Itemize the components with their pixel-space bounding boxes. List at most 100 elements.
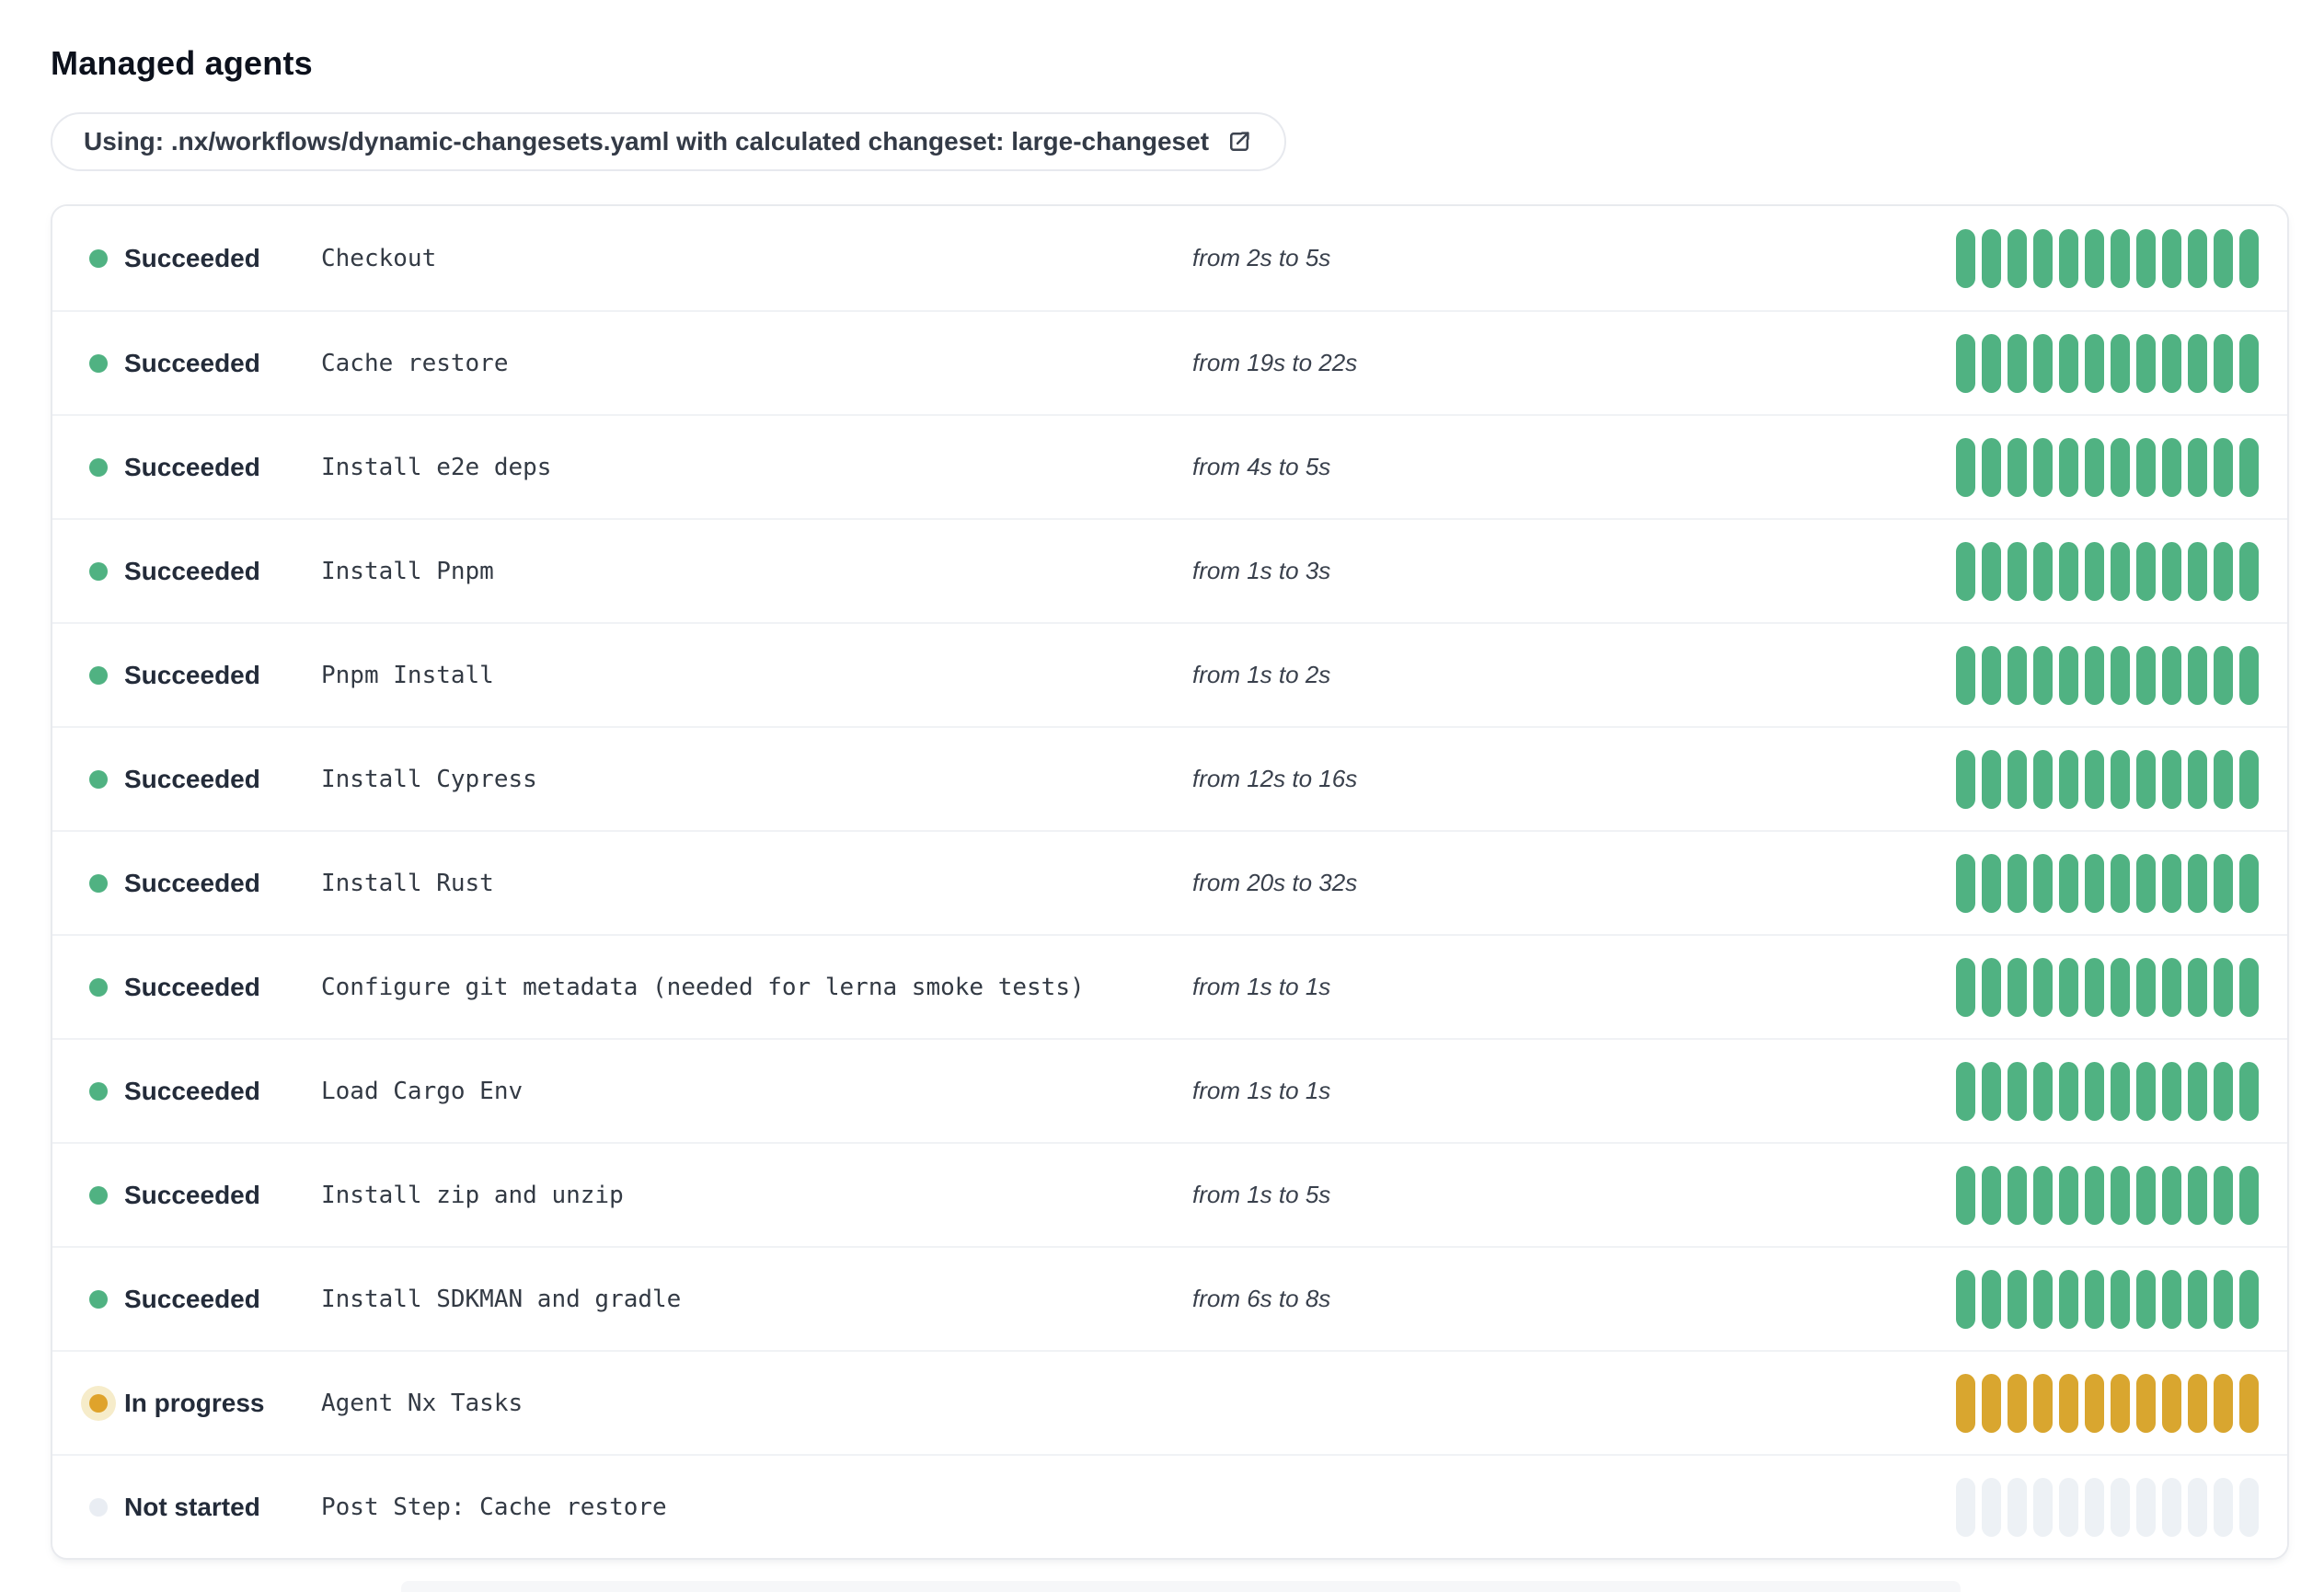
status-label: Succeeded <box>124 1180 260 1209</box>
bar-segment <box>2136 749 2156 809</box>
bar-segment <box>2008 541 2027 601</box>
bar-segment <box>2162 437 2181 497</box>
agent-step-row[interactable]: Succeeded Install Cypress from 12s to 16… <box>52 726 2287 830</box>
bar-segment <box>1956 333 1975 393</box>
bar-segment <box>2239 228 2259 288</box>
bar-segment <box>1956 1477 1975 1537</box>
agent-step-row[interactable]: Succeeded Configure git metadata (needed… <box>52 934 2287 1038</box>
bar-segment <box>2059 437 2078 497</box>
status-cell: Succeeded <box>89 453 321 482</box>
agent-step-row[interactable]: Succeeded Install Pnpm from 1s to 3s <box>52 518 2287 622</box>
step-duration: from 19s to 22s <box>1192 349 1358 376</box>
agent-step-row[interactable]: Succeeded Checkout from 2s to 5s <box>52 206 2287 310</box>
status-label: In progress <box>124 1388 265 1417</box>
status-cell: Not started <box>89 1493 321 1522</box>
step-name: Post Step: Cache restore <box>321 1493 667 1521</box>
agent-progress-bar <box>1956 1165 2259 1225</box>
bar-segment <box>1982 1165 2001 1225</box>
status-cell: Succeeded <box>89 973 321 1002</box>
bar-segment <box>1982 541 2001 601</box>
bar-segment <box>2008 437 2027 497</box>
bar-segment <box>2008 1477 2027 1537</box>
step-duration: from 4s to 5s <box>1192 453 1331 480</box>
agent-progress-bar <box>1956 749 2259 809</box>
bar-segment <box>2111 853 2130 913</box>
agent-step-row[interactable]: Succeeded Install Rust from 20s to 32s <box>52 830 2287 934</box>
bar-segment <box>2136 853 2156 913</box>
status-dot-icon <box>89 457 108 477</box>
bar-segment <box>2188 1165 2207 1225</box>
bar-segment <box>2136 957 2156 1017</box>
bar-segment <box>1956 1061 1975 1121</box>
bar-segment <box>2111 228 2130 288</box>
status-cell: Succeeded <box>89 1181 321 1210</box>
agent-progress-bar <box>1956 1269 2259 1329</box>
agent-step-row[interactable]: Succeeded Install SDKMAN and gradle from… <box>52 1246 2287 1350</box>
bar-segment <box>2136 1165 2156 1225</box>
status-dot-icon <box>89 1497 108 1517</box>
workflow-config-link[interactable]: Using: .nx/workflows/dynamic-changesets.… <box>51 112 1287 171</box>
bar-segment <box>2085 749 2104 809</box>
bar-segment <box>2239 1165 2259 1225</box>
step-duration: from 1s to 2s <box>1192 661 1331 688</box>
bar-segment <box>2214 1061 2233 1121</box>
status-cell: Succeeded <box>89 1077 321 1106</box>
agent-progress-bar <box>1956 853 2259 913</box>
bar-segment <box>2033 541 2053 601</box>
bar-segment <box>2162 957 2181 1017</box>
bar-segment <box>1956 645 1975 705</box>
bar-segment <box>2008 957 2027 1017</box>
status-dot-icon <box>89 353 108 373</box>
bar-segment <box>2085 957 2104 1017</box>
bar-segment <box>2162 853 2181 913</box>
step-duration: from 1s to 3s <box>1192 557 1331 584</box>
status-dot-icon <box>89 977 108 997</box>
status-dot-icon <box>89 873 108 893</box>
agent-step-row[interactable]: Succeeded Load Cargo Env from 1s to 1s <box>52 1038 2287 1142</box>
bar-segment <box>2111 1269 2130 1329</box>
bar-segment <box>2085 333 2104 393</box>
status-cell: Succeeded <box>89 244 321 273</box>
agent-step-row[interactable]: Succeeded Install zip and unzip from 1s … <box>52 1142 2287 1246</box>
external-link-icon <box>1225 128 1253 156</box>
step-name: Install e2e deps <box>321 453 552 481</box>
bar-segment <box>2008 333 2027 393</box>
bar-segment <box>2188 437 2207 497</box>
status-dot-icon <box>89 1185 108 1205</box>
bar-segment <box>2162 1269 2181 1329</box>
agent-progress-bar <box>1956 1373 2259 1433</box>
agent-step-row[interactable]: Not started Post Step: Cache restore <box>52 1454 2287 1558</box>
bar-segment <box>2033 1373 2053 1433</box>
bar-segment <box>2214 228 2233 288</box>
agent-step-row[interactable]: Succeeded Pnpm Install from 1s to 2s <box>52 622 2287 726</box>
agent-step-row[interactable]: Succeeded Install e2e deps from 4s to 5s <box>52 414 2287 518</box>
bar-segment <box>2214 437 2233 497</box>
agent-step-row[interactable]: In progress Agent Nx Tasks <box>52 1350 2287 1454</box>
bar-segment <box>2059 1165 2078 1225</box>
bar-segment <box>2188 228 2207 288</box>
page-title: Managed agents <box>51 44 313 82</box>
status-dot-icon <box>89 665 108 685</box>
bar-segment <box>2136 228 2156 288</box>
bar-segment <box>2033 1477 2053 1537</box>
step-duration: from 1s to 1s <box>1192 1077 1331 1104</box>
bar-segment <box>2033 1165 2053 1225</box>
bar-segment <box>2111 437 2130 497</box>
bar-segment <box>2111 1373 2130 1433</box>
bar-segment <box>2111 1165 2130 1225</box>
bar-segment <box>2239 749 2259 809</box>
status-dot-icon <box>89 561 108 581</box>
step-duration: from 6s to 8s <box>1192 1285 1331 1312</box>
bar-segment <box>1982 749 2001 809</box>
status-cell: Succeeded <box>89 765 321 794</box>
status-label: Succeeded <box>124 243 260 272</box>
bar-segment <box>1982 957 2001 1017</box>
bar-segment <box>2162 541 2181 601</box>
bar-segment <box>2085 1165 2104 1225</box>
bar-segment <box>2188 957 2207 1017</box>
step-name: Install Rust <box>321 869 494 897</box>
agent-step-row[interactable]: Succeeded Cache restore from 19s to 22s <box>52 310 2287 414</box>
status-label: Succeeded <box>124 868 260 897</box>
bar-segment <box>2239 1269 2259 1329</box>
bar-segment <box>1982 1061 2001 1121</box>
